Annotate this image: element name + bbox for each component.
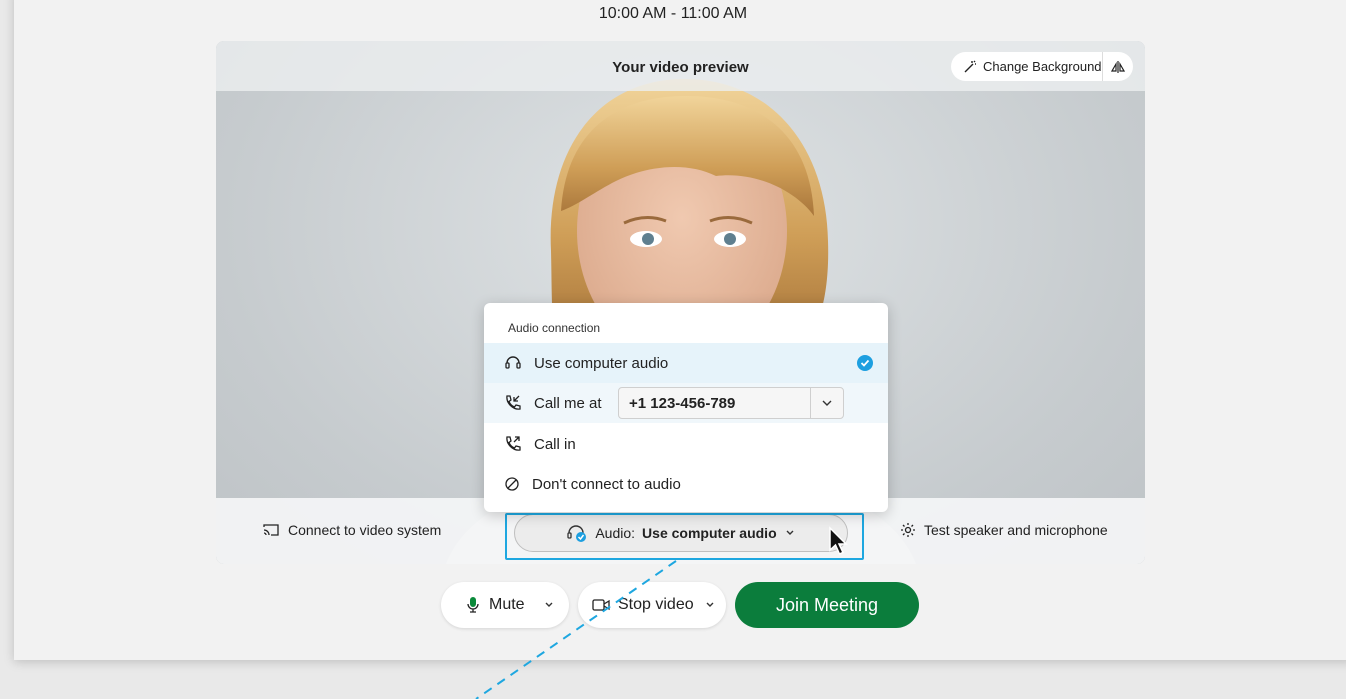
callout-dashed-line (475, 560, 677, 699)
mouse-cursor-icon (829, 526, 848, 555)
